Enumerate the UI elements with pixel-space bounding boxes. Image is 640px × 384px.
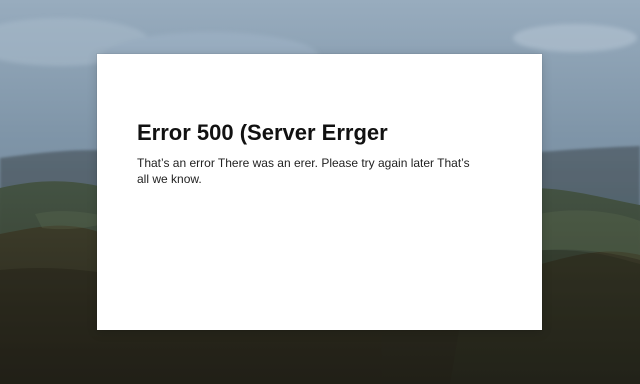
error-message: That’s an error There was an erer. Pleas… <box>137 156 470 186</box>
error-dialog: Error 500 (Server Errger That’s an error… <box>97 54 542 330</box>
error-title: Error 500 (Server Errger <box>137 120 388 145</box>
